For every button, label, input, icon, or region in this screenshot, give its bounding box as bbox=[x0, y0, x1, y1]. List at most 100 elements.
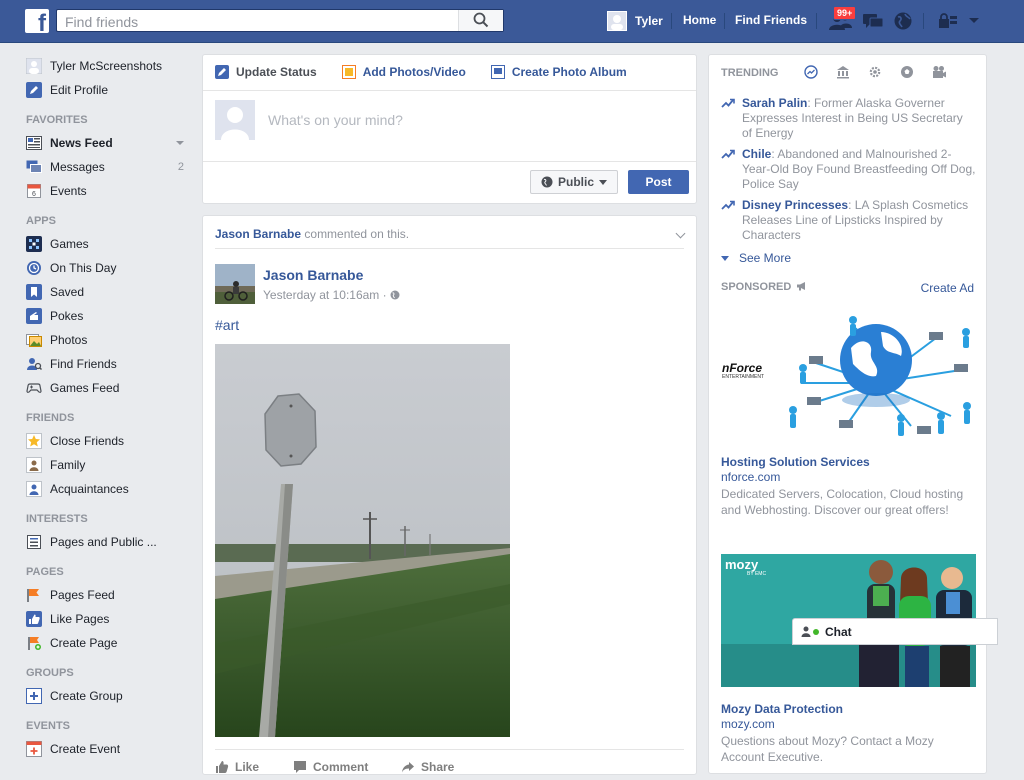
politics-building-icon[interactable] bbox=[836, 65, 850, 79]
trending-category-tabs bbox=[804, 65, 946, 79]
story-actor-link[interactable]: Jason Barnabe bbox=[215, 227, 301, 241]
sidebar-item-label: Photos bbox=[50, 333, 88, 347]
post-text-hashtag[interactable]: #art bbox=[215, 317, 239, 333]
comment-button[interactable]: Comment bbox=[293, 760, 368, 774]
sidebar-item-saved[interactable]: Saved bbox=[26, 280, 196, 304]
sidebar-item-label: Pages and Public ... bbox=[50, 535, 157, 549]
story-options-chevron-down-icon[interactable] bbox=[675, 228, 686, 239]
photo-icon bbox=[341, 65, 356, 79]
sidebar-item-events[interactable]: 6 Events bbox=[26, 179, 196, 203]
sidebar-item-pokes[interactable]: Pokes bbox=[26, 304, 196, 328]
sidebar-item-news-feed[interactable]: News Feed bbox=[26, 131, 196, 155]
privacy-shortcuts-icon[interactable] bbox=[938, 13, 958, 29]
logo-subtext: BY EMC bbox=[747, 571, 767, 577]
ad-url-link[interactable]: nforce.com bbox=[721, 470, 780, 484]
sidebar-item-on-this-day[interactable]: On This Day bbox=[26, 256, 196, 280]
online-status-dot bbox=[813, 628, 819, 635]
sidebar-item-label: Create Event bbox=[50, 742, 121, 756]
post-timestamp[interactable]: Yesterday at 10:16am · bbox=[263, 288, 400, 302]
status-input[interactable] bbox=[266, 111, 670, 129]
facebook-logo[interactable]: f bbox=[25, 9, 49, 33]
section-heading-favorites: FAVORITES bbox=[26, 114, 88, 126]
like-button[interactable]: Like bbox=[215, 760, 259, 774]
find-friends-link[interactable]: Find Friends bbox=[735, 13, 807, 27]
post-button[interactable]: Post bbox=[628, 170, 689, 194]
ad-title-link[interactable]: Hosting Solution Services bbox=[721, 455, 870, 469]
create-event-plus-icon bbox=[26, 741, 42, 757]
sidebar-item-close-friends[interactable]: Close Friends bbox=[26, 429, 196, 453]
separator-dot: · bbox=[382, 288, 387, 302]
section-heading-friends: FRIENDS bbox=[26, 412, 75, 424]
trending-item[interactable]: Disney Princesses: LA Splash Cosmetics R… bbox=[721, 198, 976, 243]
composer-avatar bbox=[215, 100, 255, 140]
story-context: Jason Barnabe commented on this. bbox=[215, 227, 409, 241]
home-link[interactable]: Home bbox=[683, 13, 716, 27]
games-icon bbox=[26, 236, 42, 252]
ad-url-link[interactable]: mozy.com bbox=[721, 717, 775, 731]
tab-update-status[interactable]: Update Status bbox=[215, 65, 317, 79]
sidebar-item-label: Acquaintances bbox=[50, 482, 129, 496]
logo-text: nForce bbox=[722, 361, 763, 375]
privacy-label: Public bbox=[557, 175, 594, 189]
nforce-logo: nForce ENTERTAINMENT bbox=[722, 362, 777, 384]
nav-divider bbox=[724, 13, 725, 29]
notifications-globe-icon[interactable] bbox=[893, 11, 913, 31]
comment-icon bbox=[294, 761, 306, 773]
profile-link[interactable]: Tyler bbox=[607, 11, 663, 31]
news-feed-options-chevron-down-icon[interactable] bbox=[176, 141, 184, 145]
ad-image-nforce[interactable]: nForce ENTERTAINMENT bbox=[721, 308, 976, 440]
stop-sign-field-image bbox=[215, 344, 510, 737]
find-friends-icon bbox=[26, 356, 42, 372]
sidebar-item-edit-profile[interactable]: Edit Profile bbox=[26, 78, 196, 102]
messages-icon[interactable] bbox=[862, 11, 884, 31]
trending-arrow-icon bbox=[721, 98, 735, 108]
sidebar-item-create-page[interactable]: Create Page bbox=[26, 631, 196, 655]
create-ad-link[interactable]: Create Ad bbox=[921, 281, 974, 295]
composer-tabs: Update Status Add Photos/Video Create Ph… bbox=[215, 65, 652, 79]
sidebar-item-create-event[interactable]: Create Event bbox=[26, 737, 196, 761]
post-photo[interactable] bbox=[215, 344, 510, 737]
tab-add-photos-video[interactable]: Add Photos/Video bbox=[341, 65, 466, 79]
sports-ball-icon[interactable] bbox=[900, 65, 914, 79]
sidebar-item-photos[interactable]: Photos bbox=[26, 328, 196, 352]
chat-label: Chat bbox=[825, 624, 852, 639]
share-button[interactable]: Share bbox=[401, 760, 454, 774]
trending-top-icon[interactable] bbox=[804, 65, 818, 79]
trending-item[interactable]: Chile: Abandoned and Malnourished 2-Year… bbox=[721, 147, 976, 192]
sidebar-item-games[interactable]: Games bbox=[26, 232, 196, 256]
author-name-link[interactable]: Jason Barnabe bbox=[263, 267, 363, 283]
sidebar-item-messages[interactable]: Messages 2 bbox=[26, 155, 196, 179]
account-menu-chevron-down-icon[interactable] bbox=[968, 17, 980, 25]
sidebar-item-family[interactable]: Family bbox=[26, 453, 196, 477]
sidebar-item-like-pages[interactable]: Like Pages bbox=[26, 607, 196, 631]
sidebar-item-label: Close Friends bbox=[50, 434, 125, 448]
public-globe-icon bbox=[390, 290, 400, 300]
profile-avatar-icon bbox=[26, 58, 42, 74]
sidebar-item-games-feed[interactable]: Games Feed bbox=[26, 376, 196, 400]
sidebar-item-pages-and-public-figures[interactable]: Pages and Public ... bbox=[26, 530, 196, 554]
sidebar-item-acquaintances[interactable]: Acquaintances bbox=[26, 477, 196, 501]
sidebar-item-find-friends[interactable]: Find Friends bbox=[26, 352, 196, 376]
clock-rewind-icon bbox=[26, 260, 42, 276]
chat-tab[interactable]: Chat bbox=[792, 618, 998, 645]
create-page-flag-icon bbox=[26, 635, 42, 651]
search-input[interactable] bbox=[63, 12, 457, 31]
sidebar-item-label: Games bbox=[50, 237, 89, 251]
sidebar-item-pages-feed[interactable]: Pages Feed bbox=[26, 583, 196, 607]
sidebar-item-create-group[interactable]: Create Group bbox=[26, 684, 196, 708]
search-button[interactable] bbox=[458, 10, 503, 31]
entertainment-camera-icon[interactable] bbox=[932, 65, 946, 79]
story-action-text: commented on this. bbox=[304, 227, 410, 241]
tab-create-photo-album[interactable]: Create Photo Album bbox=[490, 65, 627, 79]
trending-topic-text: : Abandoned and Malnourished 2-Year-Old … bbox=[742, 147, 976, 191]
ad-title-link[interactable]: Mozy Data Protection bbox=[721, 702, 843, 716]
science-gear-icon[interactable] bbox=[868, 65, 882, 79]
right-sidebar: TRENDING Sarah Palin: Former Alaska Gove… bbox=[708, 54, 987, 774]
sidebar-item-profile[interactable]: Tyler McScreenshots bbox=[26, 54, 196, 78]
privacy-selector-button[interactable]: Public bbox=[530, 170, 618, 194]
trending-item[interactable]: Sarah Palin: Former Alaska Governer Expr… bbox=[721, 96, 976, 141]
chevron-down-icon bbox=[599, 179, 607, 185]
see-more-trending-link[interactable]: See More bbox=[721, 251, 791, 265]
news-feed-icon bbox=[26, 135, 42, 151]
author-avatar[interactable] bbox=[215, 264, 255, 304]
